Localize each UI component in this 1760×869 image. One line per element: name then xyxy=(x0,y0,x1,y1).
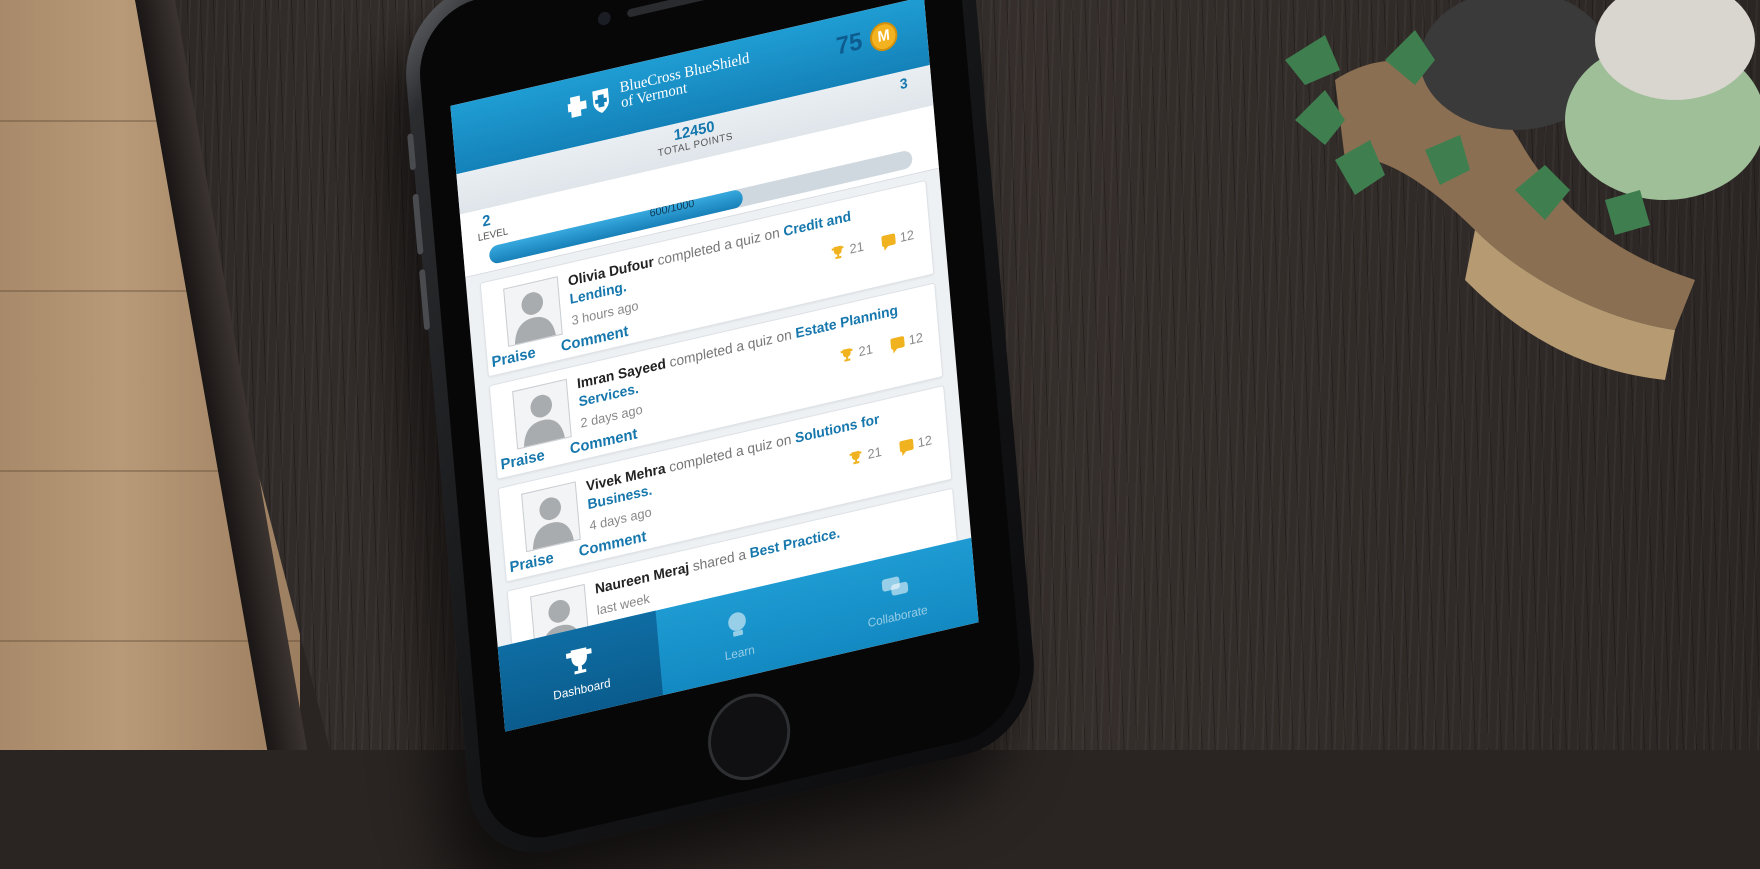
comment-bubble-icon xyxy=(880,233,896,248)
trophy-icon xyxy=(831,245,844,259)
avatar[interactable] xyxy=(521,481,581,553)
comment-button[interactable]: Comment xyxy=(569,425,638,458)
trophy-icon xyxy=(840,347,853,362)
avatar[interactable] xyxy=(512,378,572,450)
tab-label: Collaborate xyxy=(867,602,929,631)
comment-count-value: 12 xyxy=(917,432,933,451)
points-value: 75 xyxy=(834,27,864,61)
comment-button[interactable]: Comment xyxy=(578,528,647,561)
comment-count-value: 12 xyxy=(899,226,915,246)
trophy-icon xyxy=(849,450,862,464)
praise-button[interactable]: Praise xyxy=(491,344,536,371)
comment-bubble-icon xyxy=(889,335,905,351)
avatar-placeholder-icon xyxy=(514,292,556,345)
trophy-count-value: 21 xyxy=(857,341,874,360)
activity-verb: completed a quiz on xyxy=(668,325,793,371)
coin-icon: M xyxy=(868,19,899,54)
chat-bubbles-icon xyxy=(881,576,909,596)
avatar-placeholder-icon xyxy=(523,394,565,448)
avatar[interactable] xyxy=(503,276,563,348)
comment-bubble-icon xyxy=(898,438,914,453)
trophy-count-value: 21 xyxy=(848,238,865,257)
lightbulb-icon xyxy=(728,612,746,637)
bcbs-logo-icon xyxy=(567,88,609,118)
avatar-placeholder-icon xyxy=(532,497,574,550)
tab-label: Learn xyxy=(724,642,756,664)
trophy-icon xyxy=(565,647,592,675)
smartphone: BlueCross BlueShield of Vermont 75 M 124… xyxy=(399,0,1041,868)
activity-verb: completed a quiz on xyxy=(668,430,792,475)
badge-count[interactable]: 3 xyxy=(899,74,908,92)
trophy-count-value: 21 xyxy=(866,443,883,463)
app-screen: BlueCross BlueShield of Vermont 75 M 124… xyxy=(450,0,979,732)
points-display[interactable]: 75 M xyxy=(835,19,899,61)
comment-button[interactable]: Comment xyxy=(560,323,629,356)
praise-button[interactable]: Praise xyxy=(500,447,545,474)
level-value: 2 xyxy=(481,211,492,231)
tab-label: Dashboard xyxy=(552,675,612,703)
activity-verb: completed a quiz on xyxy=(656,224,781,269)
comment-count-value: 12 xyxy=(908,329,924,348)
praise-button[interactable]: Praise xyxy=(509,549,554,576)
decorative-figurine xyxy=(1285,0,1760,380)
